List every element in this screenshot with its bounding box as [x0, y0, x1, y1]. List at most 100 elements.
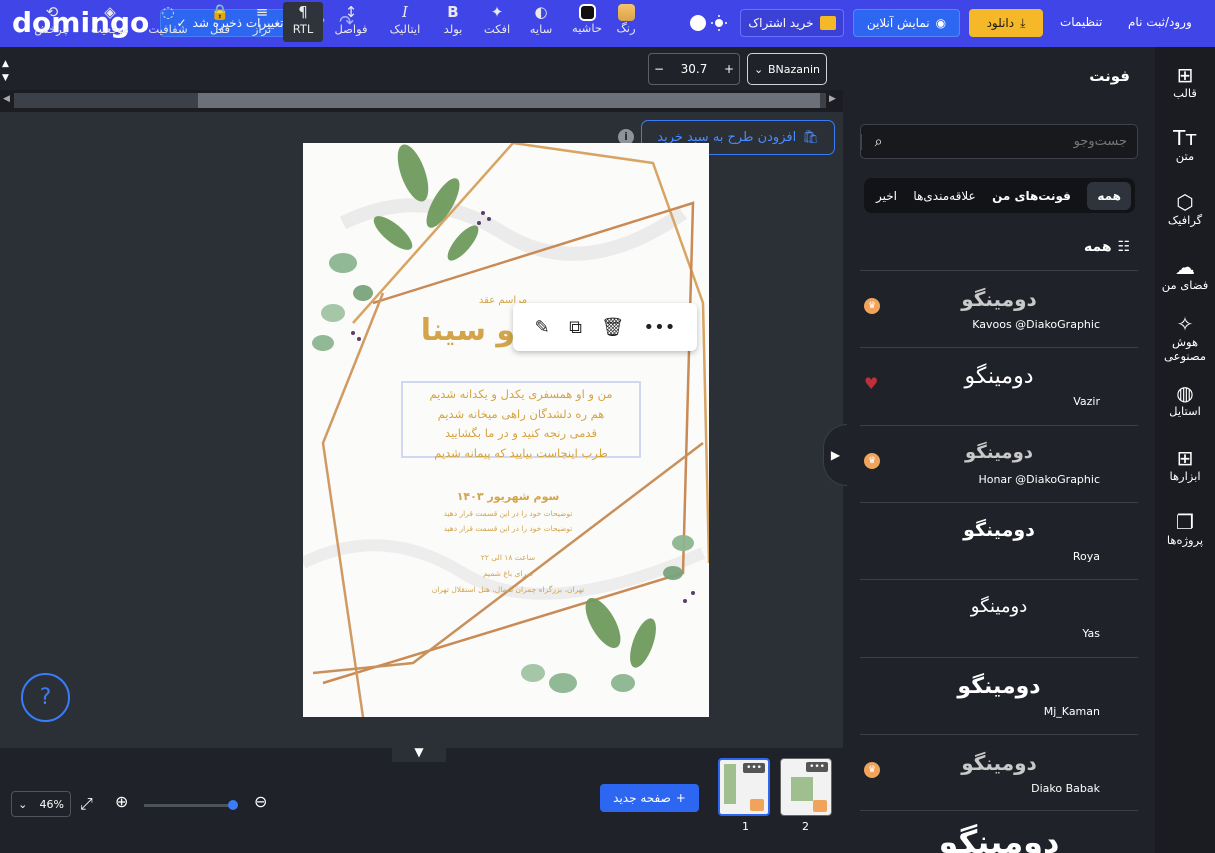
sidebar-item-magic[interactable]: ✧ هوش مصنوعی: [1155, 313, 1215, 363]
help-button[interactable]: ?: [21, 673, 70, 722]
tool-rotate[interactable]: ⟲ چرخش: [32, 2, 72, 42]
toolbar-scroll-up-icon[interactable]: ▲: [2, 59, 9, 69]
font-sample: دومینگو: [961, 750, 1037, 775]
tool-rtl[interactable]: ¶ RTL: [283, 2, 323, 42]
download-icon: ⤓: [1020, 15, 1026, 30]
subscribe-button[interactable]: خرید اشتراک: [740, 9, 844, 37]
thumb-menu-icon[interactable]: •••: [806, 762, 828, 772]
tool-label: شفافیت: [148, 22, 188, 36]
trash-icon[interactable]: 🗑: [601, 317, 624, 338]
tool-effect[interactable]: ✦ افکت: [477, 2, 517, 42]
fullscreen-icon[interactable]: ⤢: [80, 794, 93, 814]
crown-icon: [813, 800, 827, 812]
font-name: Kavoos @DiakoGraphic: [972, 318, 1100, 331]
effect-icon: ✦: [490, 3, 504, 21]
tool-color[interactable]: رنگ: [606, 2, 646, 42]
collapse-bottom-icon[interactable]: ▼: [392, 738, 446, 762]
font-search-input[interactable]: [895, 134, 1137, 149]
font-item[interactable]: دومینگو Diako Babak ♛: [860, 733, 1138, 811]
rotate-icon: ⟲: [45, 3, 59, 21]
tool-label: رنگ: [616, 21, 636, 35]
new-page-button[interactable]: صفحه جدید +: [600, 784, 699, 812]
preview-button[interactable]: نمایش آنلاین ◉: [853, 9, 960, 37]
scroll-left-icon[interactable]: ◀: [3, 94, 10, 104]
toolbar-scroll-down-icon[interactable]: ▼: [2, 73, 9, 83]
font-item[interactable]: دومینگو Mj_Kaman: [860, 656, 1138, 734]
bold-icon: B: [447, 3, 459, 21]
heart-icon[interactable]: ♥: [864, 374, 878, 393]
text-icon: Tт: [1173, 126, 1197, 150]
thumb-art: [791, 777, 813, 801]
tool-bold[interactable]: B بولد: [433, 2, 473, 42]
sidebar-item-text[interactable]: Tт متن: [1155, 127, 1215, 163]
settings-link[interactable]: تنظیمات: [1060, 15, 1102, 29]
premium-badge-icon: ♛: [864, 298, 880, 314]
font-item[interactable]: دومینگو Kavoos @DiakoGraphic ♛: [860, 270, 1138, 347]
font-size-stepper[interactable]: − 30.7 +: [648, 53, 740, 85]
tool-align[interactable]: ≡ تراز: [242, 2, 282, 42]
theme-toggle[interactable]: [688, 12, 730, 34]
font-item[interactable]: دومینگو: [860, 810, 1138, 853]
panel-title: فونت: [1089, 67, 1130, 85]
invitation-desc-1: توضیحات خود را در این قسمت قرار دهید: [443, 509, 573, 518]
tool-layers[interactable]: ◈ موقعیت: [84, 2, 136, 42]
tool-spacing[interactable]: ↕ فواصل: [331, 2, 371, 42]
login-link[interactable]: ورود/ثبت نام: [1128, 15, 1192, 29]
download-label: دانلود: [986, 16, 1015, 30]
sidebar-item-label: فضای من: [1161, 278, 1209, 292]
font-sample: دومینگو: [963, 518, 1035, 541]
thumb-menu-icon[interactable]: •••: [743, 763, 765, 773]
tab-my-fonts[interactable]: فونت‌های من: [992, 189, 1071, 203]
tool-lock[interactable]: 🔒 قفل: [200, 2, 240, 42]
zoom-in-icon[interactable]: ⊕: [115, 792, 128, 811]
tool-shadow[interactable]: ◐ سایه: [521, 2, 561, 42]
duplicate-icon[interactable]: ⧉: [569, 317, 582, 338]
more-icon[interactable]: •••: [643, 317, 675, 338]
scroll-right-icon[interactable]: ▶: [829, 94, 836, 104]
search-icon[interactable]: ⌕: [861, 133, 895, 150]
zoom-slider[interactable]: [144, 804, 234, 807]
zoom-select[interactable]: ⌄ 46%: [11, 791, 71, 817]
scrollbar-thumb[interactable]: [198, 93, 820, 108]
tool-label: افکت: [483, 22, 511, 36]
opacity-icon: ◌: [161, 3, 175, 21]
invitation-address: تهران، بزرگراه چمران شمال، هتل استقلال ت…: [431, 585, 585, 594]
font-item[interactable]: دومینگو Honar @DiakoGraphic ♛: [860, 424, 1138, 502]
sidebar-item-tools[interactable]: ⊞ ابزارها: [1155, 447, 1215, 483]
invitation-verse[interactable]: من و او همسفری یکدل و یکدانه شدیم هم ره …: [402, 385, 640, 463]
cloud-upload-icon: ☁: [1175, 255, 1195, 279]
sidebar-item-label: قالب: [1173, 86, 1197, 100]
decrease-icon[interactable]: −: [654, 62, 664, 76]
tab-recent[interactable]: اخیر: [876, 189, 897, 203]
italic-icon: I: [402, 3, 408, 21]
tool-italic[interactable]: I ایتالیک: [379, 2, 431, 42]
sidebar-item-label: گرافیک: [1167, 213, 1203, 227]
tab-all[interactable]: همه: [1087, 181, 1131, 210]
increase-icon[interactable]: +: [724, 62, 734, 76]
font-family-select[interactable]: ⌄ BNazanin: [747, 53, 827, 85]
download-button[interactable]: دانلود ⤓: [969, 9, 1043, 37]
page-thumbnail-1[interactable]: •••: [718, 758, 770, 816]
sidebar-item-cloud-upload[interactable]: ☁ فضای من: [1155, 256, 1215, 292]
page-thumbnail-2[interactable]: •••: [780, 758, 832, 816]
page-number: 1: [742, 820, 749, 833]
font-item[interactable]: دومینگو Yas: [860, 579, 1138, 656]
premium-badge-icon: ♛: [864, 452, 880, 469]
zoom-out-icon[interactable]: ⊖: [254, 792, 267, 811]
sidebar-item-template[interactable]: ⊞ قالب: [1155, 64, 1215, 100]
edit-icon[interactable]: ✎: [535, 317, 550, 338]
premium-badge-icon: ♛: [864, 761, 880, 778]
zoom-slider-thumb[interactable]: [228, 800, 238, 810]
zoom-value: 46%: [39, 797, 64, 811]
font-sample: دومینگو: [970, 596, 1028, 618]
tool-border[interactable]: حاشیه: [567, 2, 607, 42]
font-item[interactable]: دومینگو Roya: [860, 501, 1138, 579]
tool-opacity[interactable]: ◌ شفافیت: [142, 2, 194, 42]
list-icon: ☷: [1117, 239, 1131, 255]
font-item[interactable]: دومینگو Vazir ♥: [860, 347, 1138, 424]
tab-favorites[interactable]: علاقه‌مندی‌ها: [913, 189, 975, 203]
sidebar-item-projects[interactable]: ❐ پروژه‌ها: [1155, 511, 1215, 547]
sidebar-item-palette[interactable]: ◍ استایل: [1155, 382, 1215, 418]
font-search: ⌕: [860, 124, 1138, 159]
sidebar-item-graphic[interactable]: ⬡ گرافیک: [1155, 191, 1215, 227]
